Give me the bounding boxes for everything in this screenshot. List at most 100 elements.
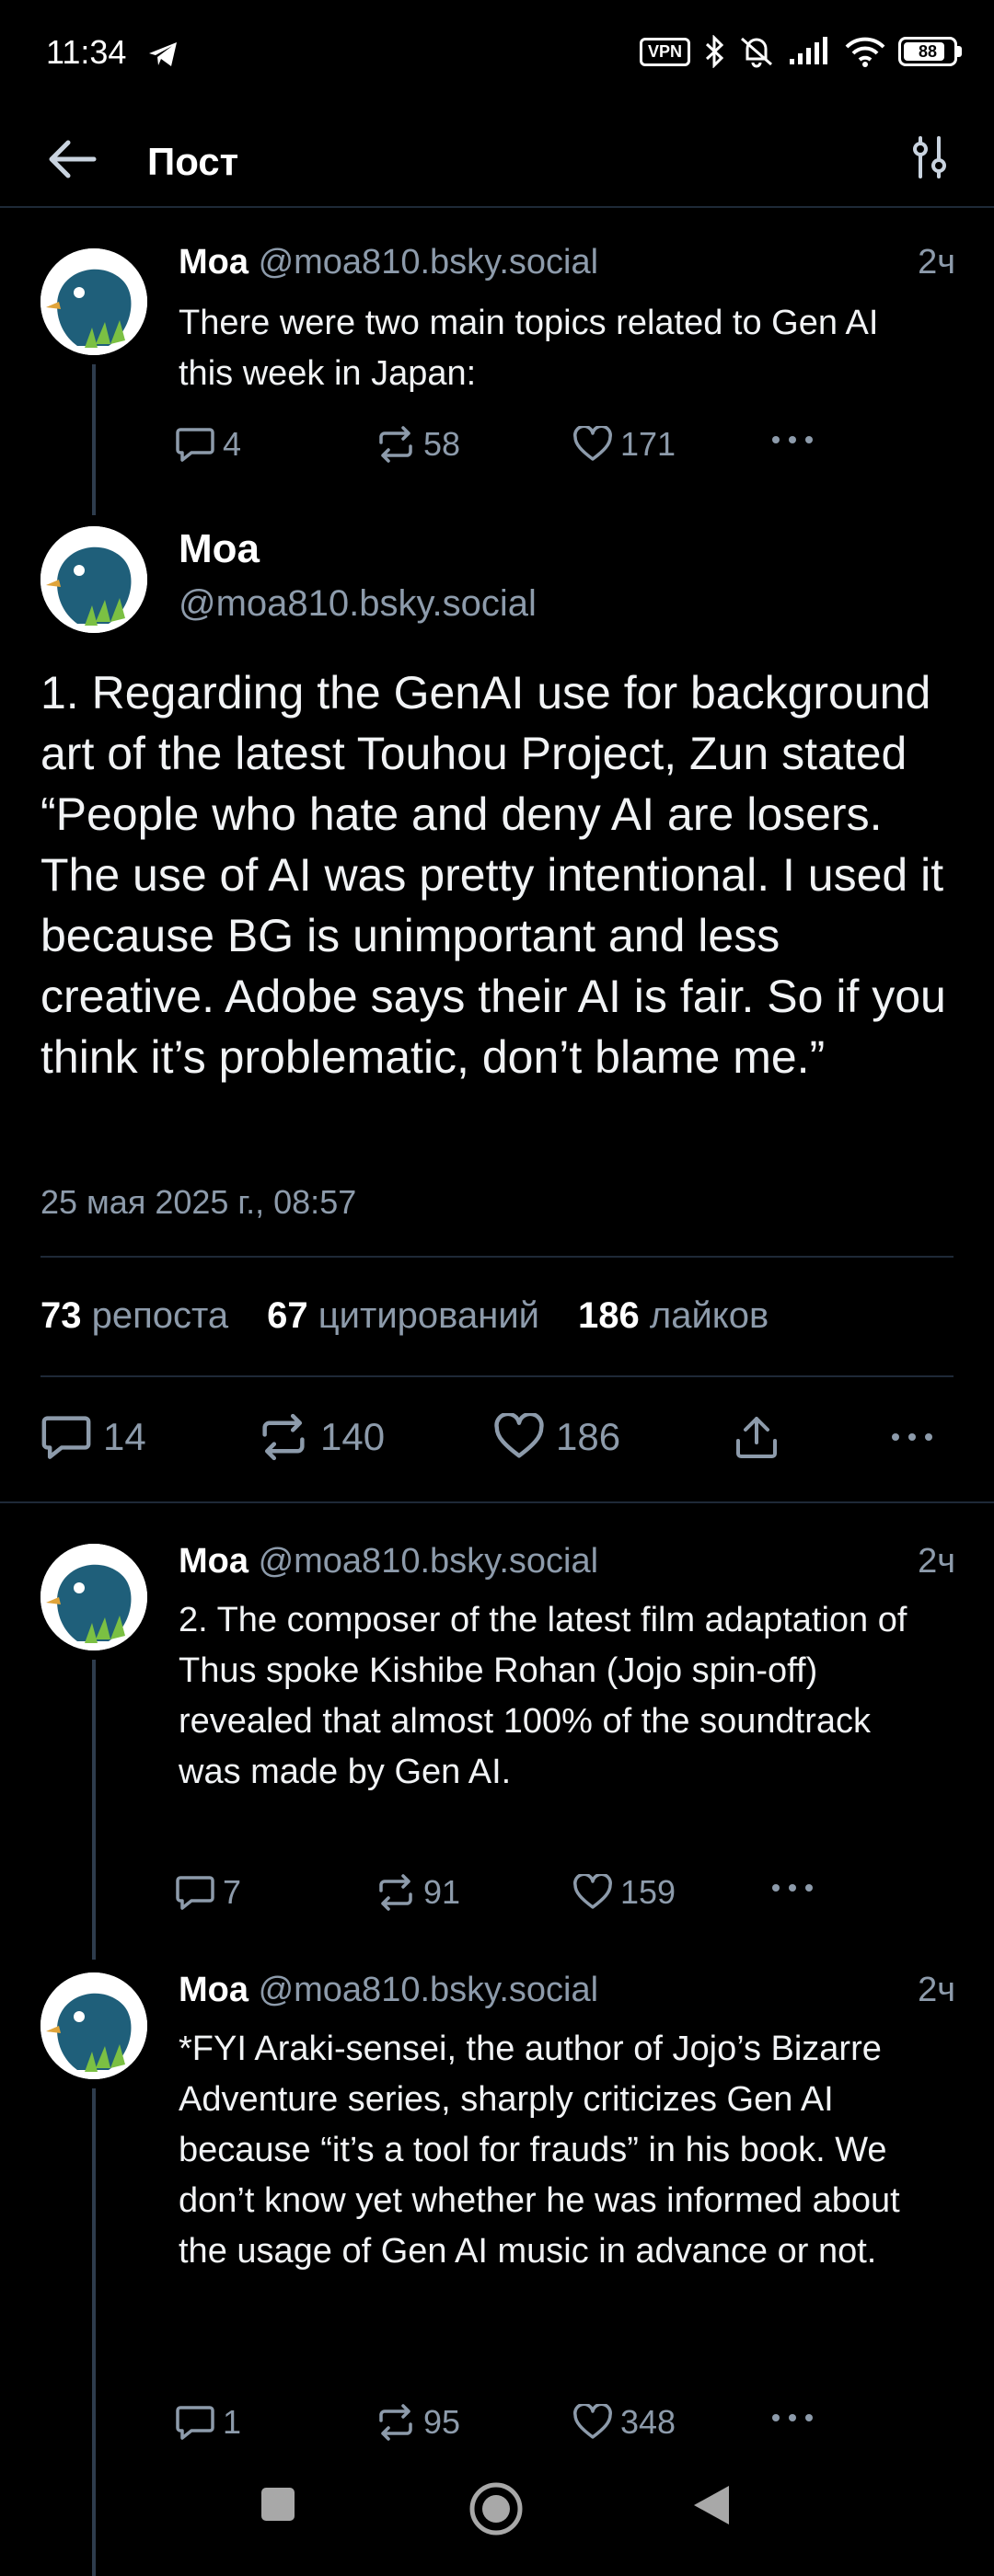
like-count: 171: [620, 425, 676, 463]
like-count: 186: [556, 1415, 621, 1458]
author-line[interactable]: Moa @moa810.bsky.social: [179, 1542, 598, 1581]
parent-post[interactable]: Moa @moa810.bsky.social 2ч There were tw…: [0, 206, 994, 515]
author-line[interactable]: Moa @moa810.bsky.social: [179, 1971, 598, 2010]
back-triangle-icon[interactable]: [692, 2484, 731, 2526]
bird-avatar-icon: [40, 526, 147, 633]
reply-button[interactable]: 7: [175, 1873, 241, 1912]
more-dots-icon: [772, 436, 813, 443]
bird-avatar-icon: [40, 1972, 147, 2079]
muted-bell-icon: [741, 37, 772, 68]
more-button[interactable]: [769, 1879, 815, 1897]
repost-icon: [379, 1874, 412, 1911]
author-name[interactable]: Moa: [179, 243, 248, 282]
more-button[interactable]: [889, 1428, 935, 1446]
reply-icon: [41, 1416, 91, 1459]
repost-button[interactable]: 95: [376, 2403, 460, 2442]
repost-icon: [379, 2404, 412, 2441]
bird-avatar-icon: [40, 248, 147, 355]
reply-count: 4: [223, 425, 242, 463]
author-name[interactable]: Moa: [179, 1542, 248, 1581]
page-title: Пост: [147, 140, 239, 183]
post-text: *FYI Araki-sensei, the author of Jojo’s …: [179, 2030, 900, 2271]
bird-avatar-icon: [40, 1544, 147, 1650]
avatar[interactable]: [40, 1972, 147, 2079]
reply-button[interactable]: 4: [175, 425, 241, 464]
avatar[interactable]: [40, 1544, 147, 1650]
heart-icon: [573, 1874, 612, 1909]
avatar[interactable]: [40, 248, 147, 355]
author-handle[interactable]: @moa810.bsky.social: [259, 243, 598, 282]
share-button[interactable]: [733, 1413, 780, 1461]
status-icons: VPN 88: [639, 35, 962, 68]
reply-icon: [176, 428, 214, 462]
heart-icon: [573, 426, 612, 461]
main-post: Moa @moa810.bsky.social 1. Regarding the…: [0, 515, 994, 1501]
author-name[interactable]: Moa: [179, 1971, 248, 2009]
divider: [40, 1256, 954, 1258]
reply-count: 14: [103, 1415, 146, 1458]
battery-icon: 88: [898, 37, 962, 66]
post-actions: 7 91 159: [175, 1873, 819, 1919]
reply-icon: [176, 1876, 214, 1910]
author-name[interactable]: Moa: [179, 526, 260, 572]
status-bar: 11:34 VPN 88: [0, 0, 994, 110]
post-actions: 4 58 171: [175, 425, 819, 471]
status-time: 11:34: [46, 33, 127, 71]
likes-stat[interactable]: 186 лайков: [578, 1295, 769, 1336]
repost-button[interactable]: 58: [376, 425, 460, 464]
like-count: 348: [620, 2403, 676, 2441]
repost-count: 95: [423, 2403, 461, 2441]
telegram-icon: [149, 42, 177, 66]
post-text: 2. The composer of the latest film adapt…: [179, 1601, 907, 1791]
home-icon[interactable]: [468, 2480, 525, 2537]
reply-post[interactable]: Moa @moa810.bsky.social 2ч *FYI Araki-se…: [0, 1960, 994, 2576]
bluetooth-icon: [705, 35, 724, 68]
post-time: 2ч: [918, 243, 955, 282]
reposts-stat[interactable]: 73 репоста: [40, 1295, 228, 1336]
reply-count: 7: [223, 1873, 242, 1911]
back-arrow-icon[interactable]: [46, 138, 98, 180]
more-button[interactable]: [769, 431, 815, 449]
reply-post[interactable]: Moa @moa810.bsky.social 2ч 2. The compos…: [0, 1503, 994, 1960]
reply-button[interactable]: 1: [175, 2403, 241, 2442]
reply-button[interactable]: 14: [40, 1413, 146, 1461]
system-nav-bar: [0, 2447, 994, 2564]
heart-icon: [494, 1413, 544, 1458]
recent-apps-icon[interactable]: [260, 2486, 296, 2523]
wifi-icon: [845, 37, 885, 67]
repost-button[interactable]: 140: [258, 1413, 385, 1461]
more-dots-icon: [772, 1884, 813, 1892]
author-handle[interactable]: @moa810.bsky.social: [179, 583, 537, 625]
reply-count: 1: [223, 2403, 242, 2441]
repost-count: 58: [423, 425, 461, 463]
reply-icon: [176, 2406, 214, 2440]
quotes-stat[interactable]: 67 цитирований: [267, 1295, 539, 1336]
like-button[interactable]: 186: [493, 1413, 620, 1461]
post-actions: 1 95 348: [175, 2403, 819, 2449]
repost-icon: [379, 426, 412, 463]
thread-line: [92, 1660, 96, 1960]
author-line[interactable]: Moa @moa810.bsky.social: [179, 243, 598, 282]
like-button[interactable]: 159: [572, 1873, 676, 1912]
repost-button[interactable]: 91: [376, 1873, 460, 1912]
vpn-icon: VPN: [639, 37, 690, 66]
engagement-stats: 73 репоста 67 цитирований 186 лайков: [40, 1295, 807, 1337]
post-time: 2ч: [918, 1971, 955, 2009]
repost-icon: [262, 1413, 305, 1461]
avatar[interactable]: [40, 526, 147, 633]
repost-count: 140: [320, 1415, 386, 1458]
thread-line: [92, 364, 96, 515]
post-date: 25 мая 2025 г., 08:57: [40, 1183, 357, 1221]
author-handle[interactable]: @moa810.bsky.social: [259, 1971, 598, 2009]
thread-settings-icon[interactable]: [907, 134, 952, 180]
heart-icon: [573, 2404, 612, 2439]
like-button[interactable]: 171: [572, 425, 676, 464]
post-text: 1. Regarding the GenAI use for backgroun…: [40, 667, 946, 1083]
author-handle[interactable]: @moa810.bsky.social: [259, 1542, 598, 1581]
app-header: Пост: [0, 110, 994, 208]
like-button[interactable]: 348: [572, 2403, 676, 2442]
more-dots-icon: [892, 1433, 932, 1441]
more-button[interactable]: [769, 2409, 815, 2427]
signal-icon: [790, 37, 827, 64]
share-icon: [736, 1417, 777, 1458]
